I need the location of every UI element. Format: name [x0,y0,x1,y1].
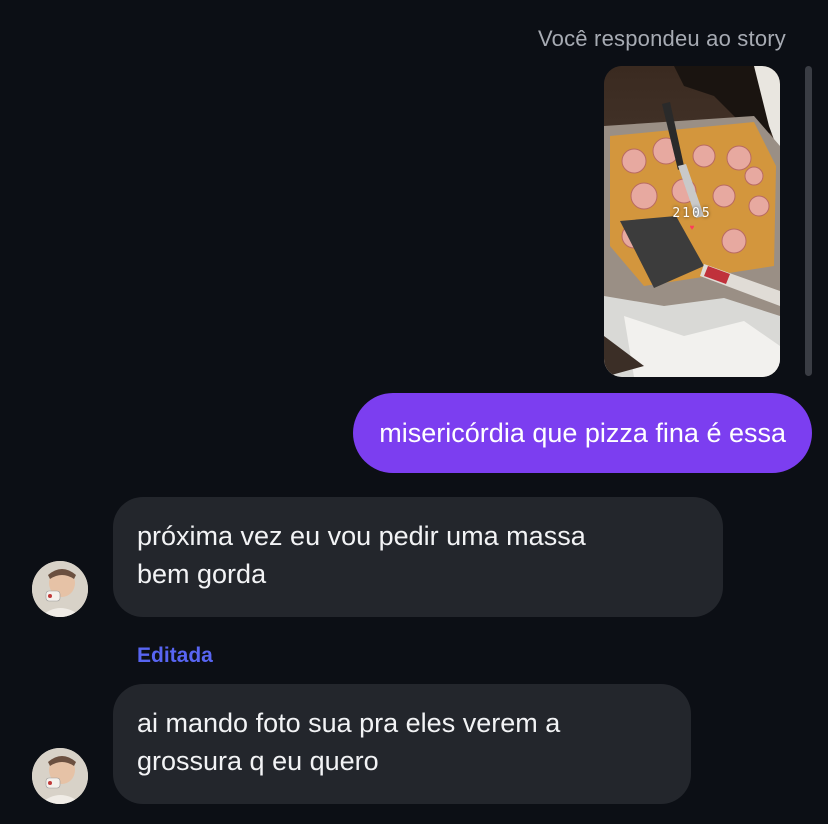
sent-message-bubble[interactable]: misericórdia que pizza fina é essa [353,393,812,473]
scrollbar[interactable] [805,66,812,376]
story-view-count: 2105 [672,206,712,221]
message-text-line: ai mando foto sua pra eles verem a [137,708,561,738]
message-text-line: bem gorda [137,559,267,589]
received-message-bubble[interactable]: próxima vez eu vou pedir uma massa bem g… [113,497,723,617]
contact-avatar-photo [32,748,88,804]
story-reply-caption: Você respondeu ao story [538,26,786,51]
story-photo-pizza [604,66,780,377]
chat-thread: Você respondeu ao story 2105 ♥ misericór… [0,0,828,824]
contact-avatar-photo [32,561,88,617]
avatar[interactable] [32,748,88,804]
avatar[interactable] [32,561,88,617]
message-text-line: grossura q eu quero [137,746,379,776]
received-message-bubble[interactable]: ai mando foto sua pra eles verem a gross… [113,684,691,804]
edited-label: Editada [137,644,213,667]
story-thumbnail[interactable]: 2105 ♥ [604,66,780,377]
message-text-line: próxima vez eu vou pedir uma massa [137,521,586,551]
heart-icon: ♥ [689,223,695,232]
message-text: misericórdia que pizza fina é essa [379,417,786,448]
